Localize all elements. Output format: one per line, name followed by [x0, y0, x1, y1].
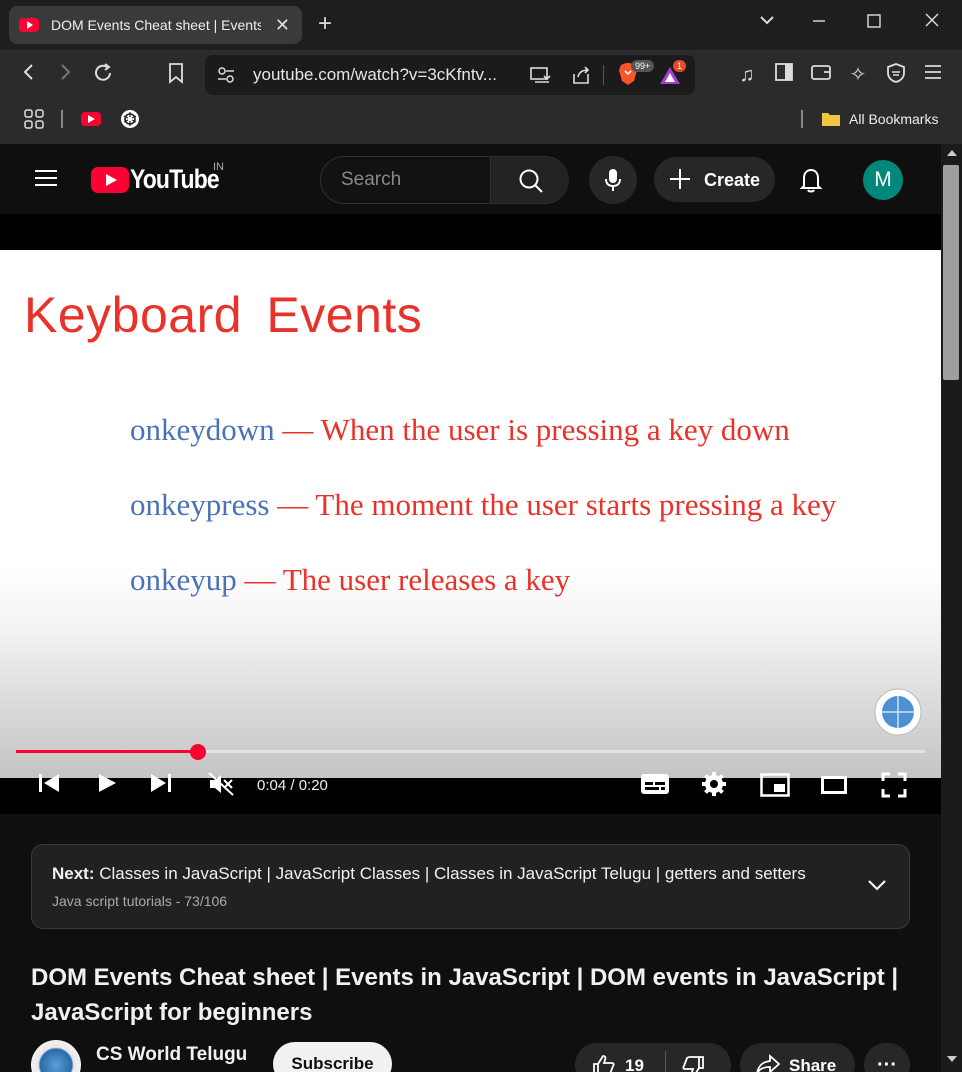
progress-played	[16, 750, 198, 753]
time-display: 0:04 / 0:20	[257, 777, 328, 794]
miniplayer-icon[interactable]	[760, 773, 790, 802]
scrollbar-thumb[interactable]	[943, 165, 959, 380]
plus-icon	[669, 168, 691, 195]
back-icon[interactable]	[16, 62, 42, 88]
settings-gear-icon[interactable]	[701, 771, 727, 802]
next-icon[interactable]	[149, 772, 173, 799]
scroll-up-icon[interactable]	[947, 150, 957, 156]
chevron-down-icon[interactable]	[867, 878, 887, 897]
subscribe-button[interactable]: Subscribe	[273, 1042, 392, 1072]
hamburger-menu-icon[interactable]	[34, 168, 58, 193]
play-icon[interactable]	[96, 772, 118, 799]
next-video-label: Next: Classes in JavaScript | JavaScript…	[52, 864, 806, 883]
share-page-icon[interactable]	[570, 64, 592, 91]
share-button[interactable]: Share	[740, 1043, 855, 1072]
like-dislike-group: 19	[575, 1043, 731, 1072]
playlist-next-panel[interactable]: Next: Classes in JavaScript | JavaScript…	[31, 844, 910, 929]
channel-watermark-icon[interactable]	[874, 688, 922, 741]
theater-mode-icon[interactable]	[821, 776, 847, 799]
new-tab-icon[interactable]: +	[318, 10, 332, 38]
forward-icon[interactable]	[52, 62, 78, 88]
previous-icon[interactable]	[37, 772, 61, 799]
like-count: 19	[625, 1056, 644, 1072]
shields-count-badge: 99+	[631, 60, 655, 72]
video-frame: Keyboard Events onkeydown — When the use…	[0, 250, 941, 778]
reload-icon[interactable]	[90, 62, 116, 88]
browser-tab[interactable]: DOM Events Cheat sheet | Events in JavaS…	[9, 6, 302, 44]
apps-grid-icon[interactable]	[24, 109, 44, 134]
channel-avatar[interactable]	[31, 1040, 81, 1072]
youtube-logo-icon[interactable]	[91, 167, 129, 198]
share-arrow-icon	[755, 1053, 781, 1072]
video-player[interactable]: Keyboard Events onkeydown — When the use…	[0, 214, 941, 814]
folder-icon	[821, 111, 841, 132]
slide-line-onkeypress: onkeypress — The moment the user starts …	[130, 487, 837, 522]
chatgpt-bookmark-icon[interactable]	[120, 109, 140, 134]
tab-title: DOM Events Cheat sheet | Events in JavaS…	[51, 17, 261, 33]
slide-line-onkeydown: onkeydown — When the user is pressing a …	[130, 412, 790, 447]
bookmark-icon[interactable]	[163, 62, 189, 88]
site-settings-icon[interactable]	[217, 66, 235, 89]
minimize-icon[interactable]	[804, 12, 834, 33]
url-text[interactable]: youtube.com/watch?v=3cKfntv...	[253, 65, 497, 85]
search-input[interactable]	[321, 157, 490, 203]
captions-icon[interactable]	[640, 773, 670, 800]
more-actions-icon[interactable]: ···	[864, 1043, 910, 1072]
thumbs-down-icon[interactable]	[681, 1056, 705, 1072]
scroll-down-icon[interactable]	[947, 1056, 957, 1062]
wallet-icon[interactable]	[808, 62, 834, 88]
browser-titlebar: DOM Events Cheat sheet | Events in JavaS…	[0, 0, 962, 50]
muted-volume-icon[interactable]	[207, 771, 235, 802]
voice-search-button[interactable]	[589, 156, 637, 204]
channel-name[interactable]: CS World Telugu	[96, 1044, 247, 1066]
slide-title: Keyboard Events	[24, 287, 423, 343]
rewards-count-badge: 1	[673, 60, 687, 72]
youtube-page: YouTube IN Create M Keyboard Events onke…	[0, 144, 941, 1072]
divider	[665, 1051, 666, 1072]
share-label: Share	[789, 1056, 837, 1072]
divider	[603, 65, 604, 85]
search-box	[320, 156, 569, 204]
search-icon	[518, 168, 544, 199]
all-bookmarks-label[interactable]: All Bookmarks	[849, 111, 938, 127]
leo-ai-icon[interactable]: ✧	[845, 62, 871, 88]
notifications-bell-icon[interactable]	[799, 167, 823, 198]
divider	[801, 110, 803, 128]
create-button[interactable]: Create	[654, 157, 775, 202]
install-app-icon[interactable]	[529, 65, 551, 90]
thumbs-up-icon[interactable]	[592, 1054, 616, 1072]
search-button[interactable]	[490, 157, 569, 203]
divider	[61, 110, 63, 128]
tab-close-icon[interactable]: ✕	[275, 15, 290, 36]
progress-scrubber-handle[interactable]	[189, 744, 206, 760]
youtube-logo-text[interactable]: YouTube	[130, 164, 220, 195]
video-title: DOM Events Cheat sheet | Events in JavaS…	[31, 964, 899, 1026]
menu-icon[interactable]	[920, 62, 946, 88]
player-controls-bar	[0, 778, 941, 814]
maximize-icon[interactable]	[859, 12, 889, 33]
account-avatar[interactable]: M	[863, 160, 903, 200]
youtube-play-glyph	[88, 115, 95, 123]
sidebar-icon[interactable]	[771, 62, 797, 88]
playlist-position: Java script tutorials - 73/106	[52, 893, 228, 909]
bookmarks-bar: All Bookmarks	[0, 100, 962, 144]
youtube-favicon-icon	[19, 18, 39, 32]
region-code: IN	[213, 161, 224, 173]
close-window-icon[interactable]	[917, 12, 947, 33]
address-bar[interactable]: youtube.com/watch?v=3cKfntv... 99+ 1	[205, 55, 695, 95]
create-label: Create	[704, 170, 761, 190]
fullscreen-icon[interactable]	[881, 772, 907, 803]
music-icon[interactable]: ♫	[734, 62, 760, 88]
slide-line-onkeyup: onkeyup — The user releases a key	[130, 562, 571, 597]
microphone-icon	[604, 168, 622, 197]
tab-search-chevron-icon[interactable]	[752, 12, 782, 33]
vpn-shield-icon[interactable]	[883, 62, 909, 88]
